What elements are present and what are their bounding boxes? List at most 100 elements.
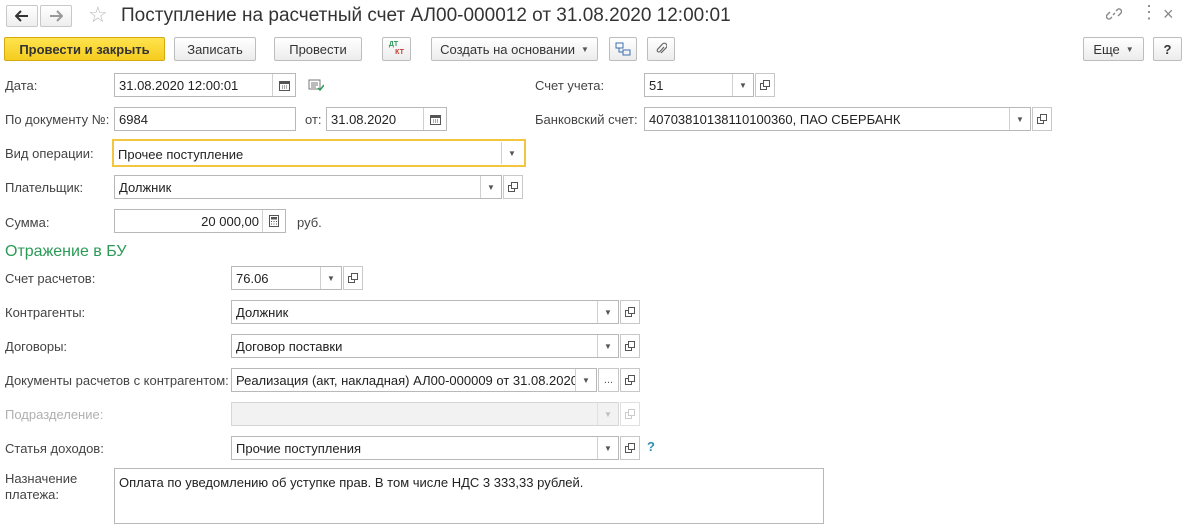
settlement-docs-field[interactable]: Реализация (акт, накладная) АЛ00-000009 … [231, 368, 597, 392]
settlement-docs-select-button[interactable]: ... [598, 368, 619, 392]
sum-field[interactable]: 20 000,00 [114, 209, 286, 233]
chevron-down-icon[interactable]: ▼ [732, 74, 753, 96]
window-title: Поступление на расчетный счет АЛ00-00001… [121, 5, 731, 26]
write-button[interactable]: Записать [174, 37, 256, 61]
chevron-down-icon: ▼ [597, 403, 618, 425]
open-icon [625, 307, 635, 317]
document-register-icon[interactable] [308, 78, 325, 95]
settlement-docs-open-button[interactable] [620, 368, 640, 392]
open-icon [625, 409, 635, 419]
bank-account-field[interactable]: 40703810138110100360, ПАО СБЕРБАНК ▼ [644, 107, 1031, 131]
open-icon [1037, 114, 1047, 124]
contractors-field[interactable]: Должник ▼ [231, 300, 619, 324]
account-label: Счет учета: [535, 78, 605, 93]
post-button[interactable]: Провести [274, 37, 362, 61]
payer-open-button[interactable] [503, 175, 523, 199]
chevron-down-icon[interactable]: ▼ [575, 369, 596, 391]
open-icon [508, 182, 518, 192]
chevron-down-icon[interactable]: ▼ [501, 142, 522, 164]
date-label: Дата: [5, 78, 38, 93]
forward-button[interactable] [40, 5, 72, 27]
chevron-down-icon: ▼ [1125, 44, 1134, 54]
favorite-star-icon[interactable]: ☆ [88, 2, 108, 28]
settlement-docs-value: Реализация (акт, накладная) АЛ00-000009 … [236, 373, 578, 388]
bank-account-label: Банковский счет: [535, 112, 638, 127]
income-item-open-button[interactable] [620, 436, 640, 460]
create-based-on-label: Создать на основании [440, 41, 575, 57]
income-item-label: Статья доходов: [5, 441, 104, 456]
contracts-open-button[interactable] [620, 334, 640, 358]
structure-icon [615, 42, 631, 56]
purpose-label-line2: платежа: [5, 487, 59, 502]
contractors-open-button[interactable] [620, 300, 640, 324]
contracts-field[interactable]: Договор поставки ▼ [231, 334, 619, 358]
open-icon [760, 80, 770, 90]
chevron-down-icon[interactable]: ▼ [320, 267, 341, 289]
calc-account-value: 76.06 [236, 271, 269, 286]
paperclip-icon [656, 42, 667, 54]
arrow-left-icon [15, 10, 28, 22]
chevron-down-icon[interactable]: ▼ [480, 176, 501, 198]
income-help-icon[interactable]: ? [647, 439, 655, 454]
chevron-down-icon[interactable]: ▼ [1009, 108, 1030, 130]
purpose-value: Оплата по уведомлению об уступке прав. В… [119, 475, 584, 490]
calc-account-field[interactable]: 76.06 ▼ [231, 266, 342, 290]
sum-label: Сумма: [5, 215, 50, 230]
calculator-icon[interactable] [262, 210, 285, 232]
from-label: от: [305, 112, 322, 127]
help-button[interactable]: ? [1153, 37, 1182, 61]
account-value: 51 [649, 78, 664, 93]
payer-value: Должник [119, 180, 172, 195]
from-date-value: 31.08.2020 [331, 112, 397, 127]
date-field[interactable]: 31.08.2020 12:00:01 [114, 73, 296, 97]
from-date-field[interactable]: 31.08.2020 [326, 107, 447, 131]
chevron-down-icon[interactable]: ▼ [597, 301, 618, 323]
bank-account-open-button[interactable] [1032, 107, 1052, 131]
operation-type-label: Вид операции: [5, 146, 94, 161]
income-item-value: Прочие поступления [236, 441, 362, 456]
division-label: Подразделение: [5, 407, 104, 422]
open-icon [625, 375, 635, 385]
more-options-icon[interactable]: ⋮ [1140, 2, 1158, 23]
open-icon [625, 443, 635, 453]
calc-account-label: Счет расчетов: [5, 271, 96, 286]
post-and-close-button[interactable]: Провести и закрыть [4, 37, 165, 61]
doc-num-label: По документу №: [5, 112, 110, 127]
back-button[interactable] [6, 5, 38, 27]
chevron-down-icon[interactable]: ▼ [597, 437, 618, 459]
section-title-bu: Отражение в БУ [5, 243, 127, 260]
sum-value: 20 000,00 [201, 214, 259, 229]
payer-field[interactable]: Должник ▼ [114, 175, 502, 199]
dt-label: ДТ [388, 41, 399, 48]
division-open-button [620, 402, 640, 426]
date-value: 31.08.2020 12:00:01 [119, 78, 239, 93]
operation-type-value: Прочее поступление [118, 147, 244, 162]
attach-button[interactable] [647, 37, 675, 61]
contractors-value: Должник [236, 305, 289, 320]
create-based-on-button[interactable]: Создать на основании ▼ [431, 37, 598, 61]
link-icon[interactable] [1105, 6, 1123, 25]
contracts-value: Договор поставки [236, 339, 343, 354]
more-button[interactable]: Еще ▼ [1083, 37, 1144, 61]
kt-label: КТ [395, 49, 404, 56]
calendar-icon[interactable] [423, 108, 446, 130]
ellipsis-label: ... [603, 374, 614, 386]
operation-type-field[interactable]: Прочее поступление ▼ [112, 139, 526, 167]
bank-account-value: 40703810138110100360, ПАО СБЕРБАНК [649, 112, 901, 127]
account-field[interactable]: 51 ▼ [644, 73, 754, 97]
calc-account-open-button[interactable] [343, 266, 363, 290]
chevron-down-icon[interactable]: ▼ [597, 335, 618, 357]
settlement-docs-label: Документы расчетов с контрагентом: [5, 373, 229, 388]
chevron-down-icon: ▼ [580, 44, 589, 54]
dt-kt-button[interactable]: ДТ КТ [382, 37, 411, 61]
close-icon[interactable]: × [1163, 4, 1174, 25]
doc-num-field[interactable]: 6984 [114, 107, 296, 131]
contracts-label: Договоры: [5, 339, 68, 354]
structure-button[interactable] [609, 37, 637, 61]
payer-label: Плательщик: [5, 180, 84, 195]
income-item-field[interactable]: Прочие поступления ▼ [231, 436, 619, 460]
purpose-textarea[interactable]: Оплата по уведомлению об уступке прав. В… [114, 468, 824, 524]
account-open-button[interactable] [755, 73, 775, 97]
calendar-icon[interactable] [272, 74, 295, 96]
arrow-right-icon [50, 10, 63, 22]
